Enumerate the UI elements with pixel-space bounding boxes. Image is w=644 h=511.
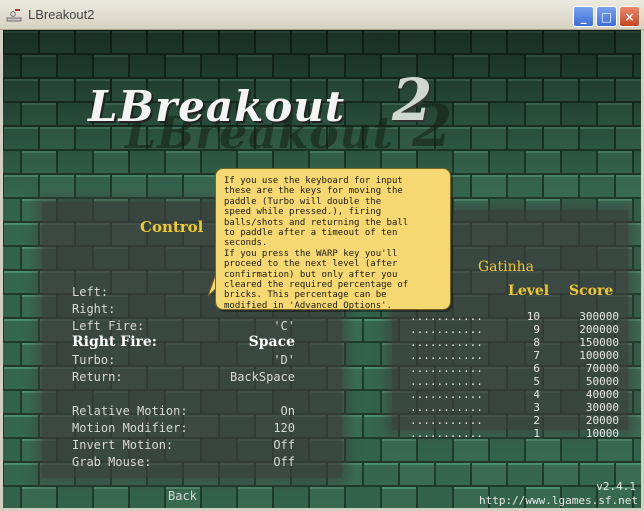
highscore-score: 200000	[579, 323, 619, 336]
menu-value: 'C'	[273, 319, 295, 333]
highscore-level: 4	[533, 388, 540, 401]
highscore-dots: ...........	[410, 362, 483, 375]
highscore-level: 7	[533, 349, 540, 362]
highscore-player-name: Gatinha	[478, 259, 535, 275]
highscore-dots: ...........	[410, 349, 483, 362]
highscore-level: 9	[533, 323, 540, 336]
title-bar[interactable]: LBreakout2 _ □ ×	[0, 0, 644, 30]
game-logo-number: 2	[392, 66, 433, 134]
help-tooltip: If you use the keyboard for input these …	[215, 168, 451, 311]
menu-label: Left:	[72, 285, 109, 299]
game-logo: LBreakout	[88, 82, 346, 131]
highscore-score: 30000	[585, 401, 619, 414]
highscore-dots: ...........	[410, 336, 483, 349]
window-title: LBreakout2	[28, 7, 95, 22]
menu-value: Off	[273, 455, 295, 469]
menu-title: Control	[140, 218, 204, 236]
menu-value: On	[280, 404, 295, 418]
highscore-level: 6	[533, 362, 540, 375]
menu-label: Return:	[72, 370, 123, 384]
highscore-dots: ...........	[410, 310, 483, 323]
menu-value: 120	[273, 421, 295, 435]
highscore-level: 10	[526, 310, 540, 323]
menu-value-selected: Space	[248, 334, 295, 350]
highscore-level: 3	[533, 401, 540, 414]
menu-label: Grab Mouse:	[72, 455, 152, 469]
maximize-button[interactable]: □	[596, 6, 617, 27]
back-button[interactable]: Back	[168, 489, 197, 503]
highscore-score: 40000	[585, 388, 619, 401]
maximize-icon: □	[600, 9, 613, 24]
highscore-dots: ...........	[410, 427, 483, 440]
menu-label: Motion Modifier:	[72, 421, 188, 435]
app-icon	[6, 9, 22, 22]
highscore-score: 20000	[585, 414, 619, 427]
highscore-dots: ...........	[410, 323, 483, 336]
close-button[interactable]: ×	[619, 6, 640, 27]
menu-label: Relative Motion:	[72, 404, 188, 418]
highscore-score: 50000	[585, 375, 619, 388]
highscore-score: 70000	[585, 362, 619, 375]
highscore-score-header: Score	[569, 283, 614, 299]
version-label: v2.4.1	[596, 480, 636, 493]
highscore-level-header: Level	[508, 283, 550, 299]
close-icon: ×	[624, 9, 635, 24]
minimize-button[interactable]: _	[573, 6, 594, 27]
menu-value: 'D'	[273, 353, 295, 367]
highscore-dots: ...........	[410, 388, 483, 401]
highscore-level: 5	[533, 375, 540, 388]
highscore-level: 8	[533, 336, 540, 349]
highscore-score: 150000	[579, 336, 619, 349]
highscore-dots: ...........	[410, 401, 483, 414]
menu-label: Right:	[72, 302, 116, 316]
menu-value: Off	[273, 438, 295, 452]
highscore-dots: ...........	[410, 375, 483, 388]
highscore-score: 300000	[579, 310, 619, 323]
highscore-level: 1	[533, 427, 540, 440]
menu-label: Left Fire:	[72, 319, 145, 333]
menu-label: Invert Motion:	[72, 438, 174, 452]
website-url: http://www.lgames.sf.net	[479, 494, 638, 507]
highscore-dots: ...........	[410, 414, 483, 427]
highscore-score: 100000	[579, 349, 619, 362]
highscore-score: 10000	[585, 427, 619, 440]
menu-value: BackSpace	[229, 370, 295, 384]
menu-label: Turbo:	[72, 353, 116, 367]
menu-label-selected: Right Fire:	[72, 334, 157, 350]
highscore-level: 2	[533, 414, 540, 427]
minimize-icon: _	[580, 9, 587, 24]
